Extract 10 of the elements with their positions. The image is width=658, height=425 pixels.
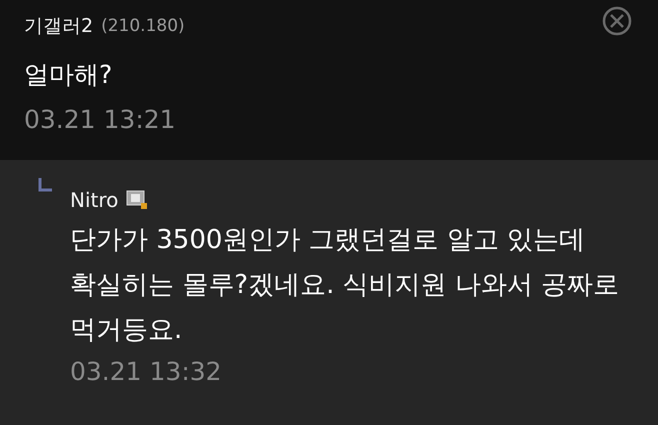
comment-text: 얼마해? bbox=[24, 59, 114, 91]
reply-time: 03.21 13:32 bbox=[70, 357, 223, 386]
reply-corner-icon bbox=[38, 178, 52, 192]
comment-time: 03.21 13:21 bbox=[24, 105, 177, 134]
author-name: 기갤러2 bbox=[24, 14, 94, 39]
close-icon[interactable] bbox=[602, 6, 632, 36]
ip-address: (210.180) bbox=[101, 16, 185, 36]
reply-text: 단가가 3500원인가 그랬던걸로 알고 있는데 확실히는 몰루?겠네요. 식비지원 나와서 공짜로 먹거등요. bbox=[70, 224, 620, 347]
user-badge-icon bbox=[126, 190, 148, 210]
reply-author-name: Nitro bbox=[70, 188, 118, 212]
